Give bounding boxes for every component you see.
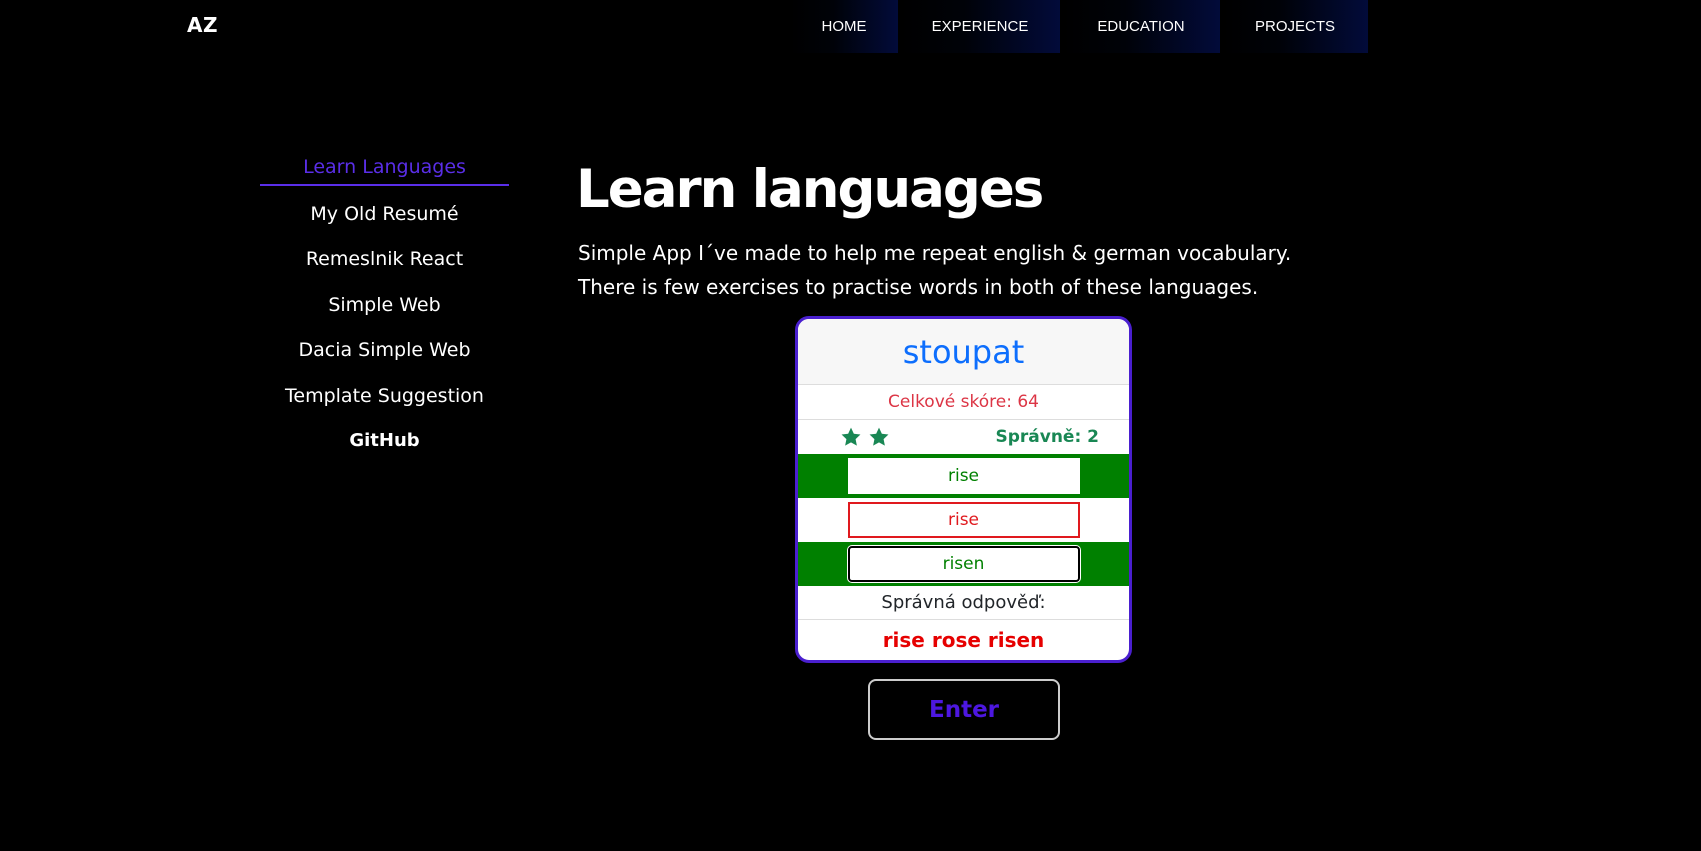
sidebar-item-github[interactable]: GitHub bbox=[260, 423, 509, 469]
site-logo[interactable]: AZ bbox=[187, 13, 218, 37]
sidebar-item-dacia-simple-web[interactable]: Dacia Simple Web bbox=[260, 332, 509, 378]
sidebar-item-old-resume[interactable]: My Old Resumé bbox=[260, 196, 509, 242]
top-navigation: AZ HOME EXPERIENCE EDUCATION PROJECTS bbox=[0, 0, 1701, 53]
sidebar-item-label: Learn Languages bbox=[260, 150, 509, 186]
correct-answer-label: Správná odpověď: bbox=[798, 586, 1129, 620]
projects-sidebar: Learn Languages My Old Resumé Remeslnik … bbox=[260, 150, 509, 469]
sidebar-item-simple-web[interactable]: Simple Web bbox=[260, 287, 509, 333]
sidebar-item-template-suggestion[interactable]: Template Suggestion bbox=[260, 378, 509, 424]
answer-input-2[interactable] bbox=[847, 502, 1080, 538]
total-score: Celkové skóre: 64 bbox=[798, 385, 1129, 420]
sidebar-item-remeslnik-react[interactable]: Remeslnik React bbox=[260, 241, 509, 287]
progress-row: Správně: 2 bbox=[798, 420, 1129, 454]
correct-count: Správně: 2 bbox=[995, 427, 1099, 447]
answer-row bbox=[798, 542, 1129, 586]
star-icon bbox=[869, 427, 889, 446]
description-line: Simple App I´ve made to help me repeat e… bbox=[578, 241, 1292, 265]
description-line: There is few exercises to practise words… bbox=[578, 275, 1259, 299]
sidebar-item-learn-languages[interactable]: Learn Languages bbox=[260, 150, 509, 196]
nav-experience[interactable]: EXPERIENCE bbox=[900, 0, 1060, 53]
answer-input-1[interactable] bbox=[847, 458, 1080, 494]
enter-button[interactable]: Enter bbox=[868, 679, 1060, 740]
stars-rating bbox=[840, 426, 890, 448]
quiz-card: stoupat Celkové skóre: 64 Správně: 2 Spr… bbox=[795, 316, 1132, 663]
answer-input-3[interactable] bbox=[847, 546, 1080, 582]
page-title: Learn languages bbox=[576, 159, 1044, 220]
quiz-word: stoupat bbox=[798, 319, 1129, 385]
nav-education[interactable]: EDUCATION bbox=[1062, 0, 1220, 53]
answer-row bbox=[798, 498, 1129, 542]
page-description: Simple App I´ve made to help me repeat e… bbox=[578, 236, 1338, 304]
nav-home[interactable]: HOME bbox=[790, 0, 898, 53]
correct-answer-text: rise rose risen bbox=[882, 628, 1045, 652]
nav-projects[interactable]: PROJECTS bbox=[1222, 0, 1368, 53]
star-icon bbox=[841, 427, 861, 446]
answer-row bbox=[798, 454, 1129, 498]
